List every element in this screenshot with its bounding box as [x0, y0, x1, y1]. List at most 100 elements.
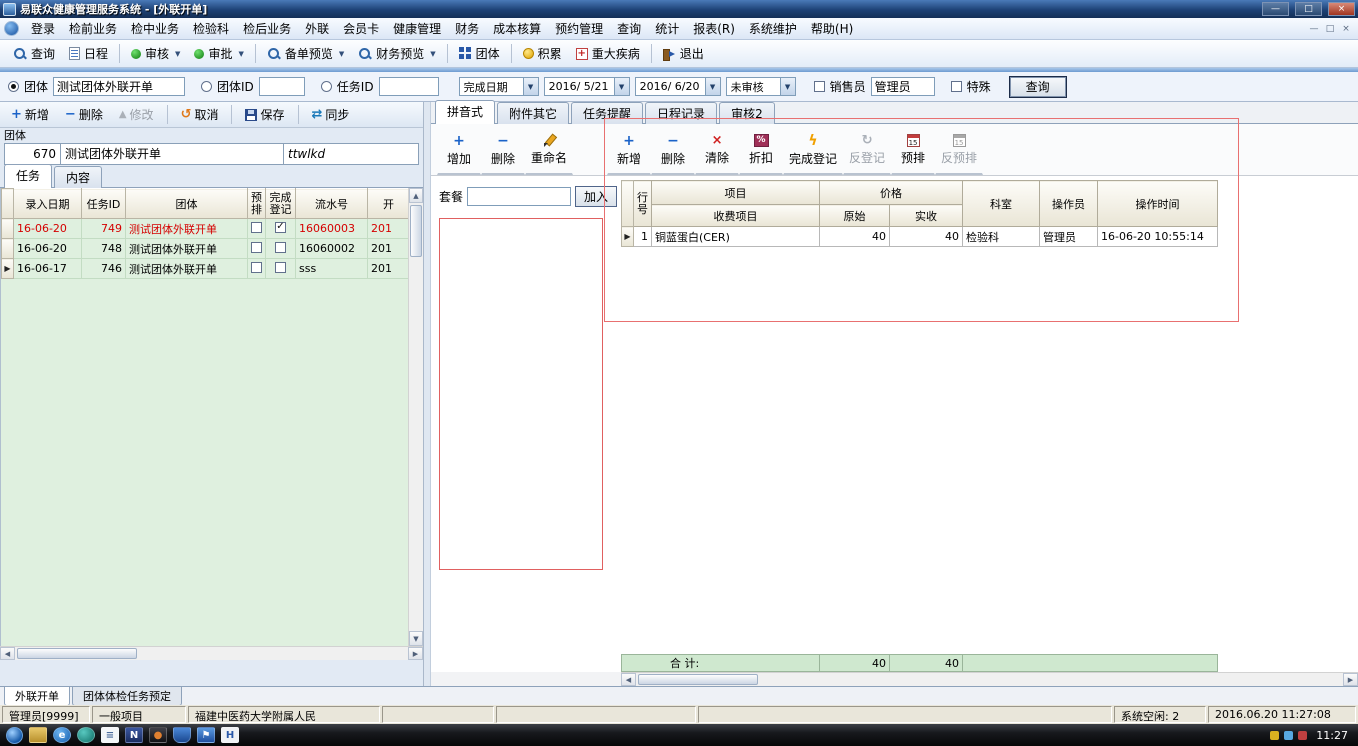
chevron-down-icon[interactable]: ▼ [428, 50, 435, 58]
table-row[interactable]: ▶ 1 铜蓝蛋白(CER) 40 40 检验科 管理员 16-06-20 10:… [621, 226, 1218, 247]
column-header-item[interactable]: 项目 [651, 180, 820, 205]
menu-item[interactable]: 检中业务 [124, 17, 186, 40]
tray-icon[interactable] [1284, 730, 1294, 740]
menu-item[interactable]: 系统维护 [742, 17, 804, 40]
group-id-radio[interactable] [201, 81, 213, 92]
item-delete-button[interactable]: − 删除 [651, 126, 696, 175]
task-id-input[interactable] [378, 77, 439, 96]
complete-register-button[interactable]: ϟ 完成登记 [783, 126, 844, 175]
package-rename-button[interactable]: 重命名 [525, 126, 574, 175]
menu-item[interactable]: 成本核算 [486, 17, 548, 40]
special-checkbox[interactable] [950, 81, 962, 92]
bottom-tab-group-task[interactable]: 团体体检任务预定 [72, 687, 182, 706]
column-header-group[interactable]: 团体 [125, 188, 248, 219]
toolbar-button-order-preview[interactable]: 备单预览 ▼ [260, 41, 351, 66]
discount-button[interactable]: % 折扣 [739, 126, 784, 175]
column-header-original[interactable]: 原始 [819, 204, 890, 227]
table-row[interactable]: 16-06-20 749 测试团体外联开单 16060003 201 [1, 218, 408, 239]
menu-item[interactable]: 登录 [24, 17, 62, 40]
join-button[interactable]: 加入 [575, 186, 618, 207]
prearrange-checkbox[interactable] [251, 261, 262, 273]
toolbar-button-approve[interactable]: 审批 ▼ [187, 41, 250, 66]
complete-checkbox[interactable] [275, 261, 286, 273]
prearrange-checkbox[interactable] [251, 241, 262, 253]
chevron-down-icon[interactable]: ▼ [704, 78, 720, 95]
toolbar-button-schedule[interactable]: 日程 [62, 41, 115, 66]
shield-icon[interactable] [173, 727, 191, 743]
scrollbar-thumb[interactable] [410, 205, 422, 257]
group-radio[interactable] [8, 81, 19, 92]
complete-checkbox[interactable] [275, 221, 286, 233]
item-clear-button[interactable]: × 清除 [695, 126, 740, 175]
minimize-button[interactable]: — [1262, 2, 1289, 16]
package-delete-button[interactable]: − 删除 [481, 126, 525, 175]
column-header-date[interactable]: 录入日期 [13, 188, 82, 219]
tab-attachment-other[interactable]: 附件其它 [497, 102, 570, 124]
menu-item[interactable]: 检验科 [186, 17, 236, 40]
reverse-prearrange-button[interactable]: 反预排 [935, 126, 984, 175]
column-header-time[interactable]: 操作时间 [1097, 180, 1218, 227]
add-task-button[interactable]: + 新增 [4, 103, 56, 126]
scroll-right-icon[interactable]: ▶ [1343, 673, 1358, 686]
chevron-down-icon[interactable]: ▼ [613, 78, 629, 95]
scrollbar-track[interactable] [409, 203, 423, 631]
edit-task-button[interactable]: ▲ 修改 [112, 103, 161, 126]
table-row[interactable]: ▶ 16-06-17 746 测试团体外联开单 sss 201 [1, 258, 408, 279]
reverse-register-button[interactable]: ↻ 反登记 [843, 126, 892, 175]
bottom-tab-external-order[interactable]: 外联开单 [4, 687, 70, 706]
tab-audit2[interactable]: 审核2 [719, 102, 775, 124]
cancel-button[interactable]: ↺ 取消 [174, 103, 226, 126]
prearrange-button[interactable]: 预排 [891, 126, 936, 175]
ie-icon[interactable]: e [53, 727, 71, 743]
prearrange-checkbox[interactable] [251, 221, 262, 233]
column-header-dept[interactable]: 科室 [962, 180, 1040, 227]
delete-task-button[interactable]: − 删除 [58, 103, 110, 126]
audit-state-combo[interactable]: 未审核 ▼ [725, 77, 796, 96]
vertical-scrollbar[interactable]: ▲ ▼ [408, 188, 423, 646]
menu-item[interactable]: 检前业务 [62, 17, 124, 40]
folder-icon[interactable] [29, 727, 47, 743]
menu-item[interactable]: 财务 [448, 17, 486, 40]
toolbar-button-points[interactable]: 积累 [516, 41, 569, 66]
table-row[interactable]: 16-06-20 748 测试团体外联开单 16060002 201 [1, 238, 408, 259]
scroll-up-icon[interactable]: ▲ [409, 188, 423, 203]
mdi-close-icon[interactable]: × [1338, 24, 1354, 34]
menu-item[interactable]: 查询 [610, 17, 648, 40]
menu-item[interactable]: 预约管理 [548, 17, 610, 40]
menu-item[interactable]: 会员卡 [336, 17, 386, 40]
tab-task[interactable]: 任务 [4, 164, 53, 188]
chevron-down-icon[interactable]: ▼ [522, 78, 538, 95]
package-list[interactable] [439, 218, 603, 570]
package-input[interactable] [467, 187, 572, 206]
toolbar-button-finance-preview[interactable]: 财务预览 ▼ [351, 41, 442, 66]
column-header-complete[interactable]: 完成登记 [265, 188, 296, 219]
scroll-right-icon[interactable]: ▶ [408, 647, 423, 660]
scroll-left-icon[interactable]: ◀ [0, 647, 15, 660]
mdi-minimize-icon[interactable]: — [1306, 24, 1322, 34]
chevron-down-icon[interactable]: ▼ [236, 50, 243, 58]
tab-schedule-log[interactable]: 日程记录 [645, 102, 718, 124]
column-header-actual[interactable]: 实收 [889, 204, 963, 227]
chevron-down-icon[interactable]: ▼ [173, 50, 180, 58]
toolbar-button-group[interactable]: 团体 [452, 41, 507, 66]
scroll-left-icon[interactable]: ◀ [621, 673, 636, 686]
group-name-input[interactable] [53, 77, 186, 96]
n-app-icon[interactable]: N [125, 727, 143, 743]
tray-icon[interactable] [1270, 730, 1280, 740]
column-header-taskid[interactable]: 任务ID [81, 188, 126, 219]
h-app-icon[interactable]: H [221, 727, 239, 743]
notepad-icon[interactable]: ≡ [101, 727, 119, 743]
date-from-combo[interactable]: 2016/ 5/21 ▼ [543, 77, 630, 96]
close-button[interactable]: × [1328, 2, 1355, 16]
horizontal-scrollbar[interactable]: ◀ ▶ [0, 646, 423, 660]
sales-checkbox[interactable] [813, 81, 825, 92]
scrollbar-track[interactable] [636, 673, 1343, 686]
date-to-combo[interactable]: 2016/ 6/20 ▼ [634, 77, 721, 96]
item-add-button[interactable]: + 新增 [607, 126, 652, 175]
column-header-price[interactable]: 价格 [819, 180, 963, 205]
menu-item[interactable]: 帮助(H) [804, 17, 860, 40]
column-header-prearrange[interactable]: 预排 [247, 188, 266, 219]
maximize-button[interactable]: □ [1295, 2, 1322, 16]
menu-item[interactable]: 外联 [298, 17, 336, 40]
scrollbar-track[interactable] [15, 647, 408, 660]
